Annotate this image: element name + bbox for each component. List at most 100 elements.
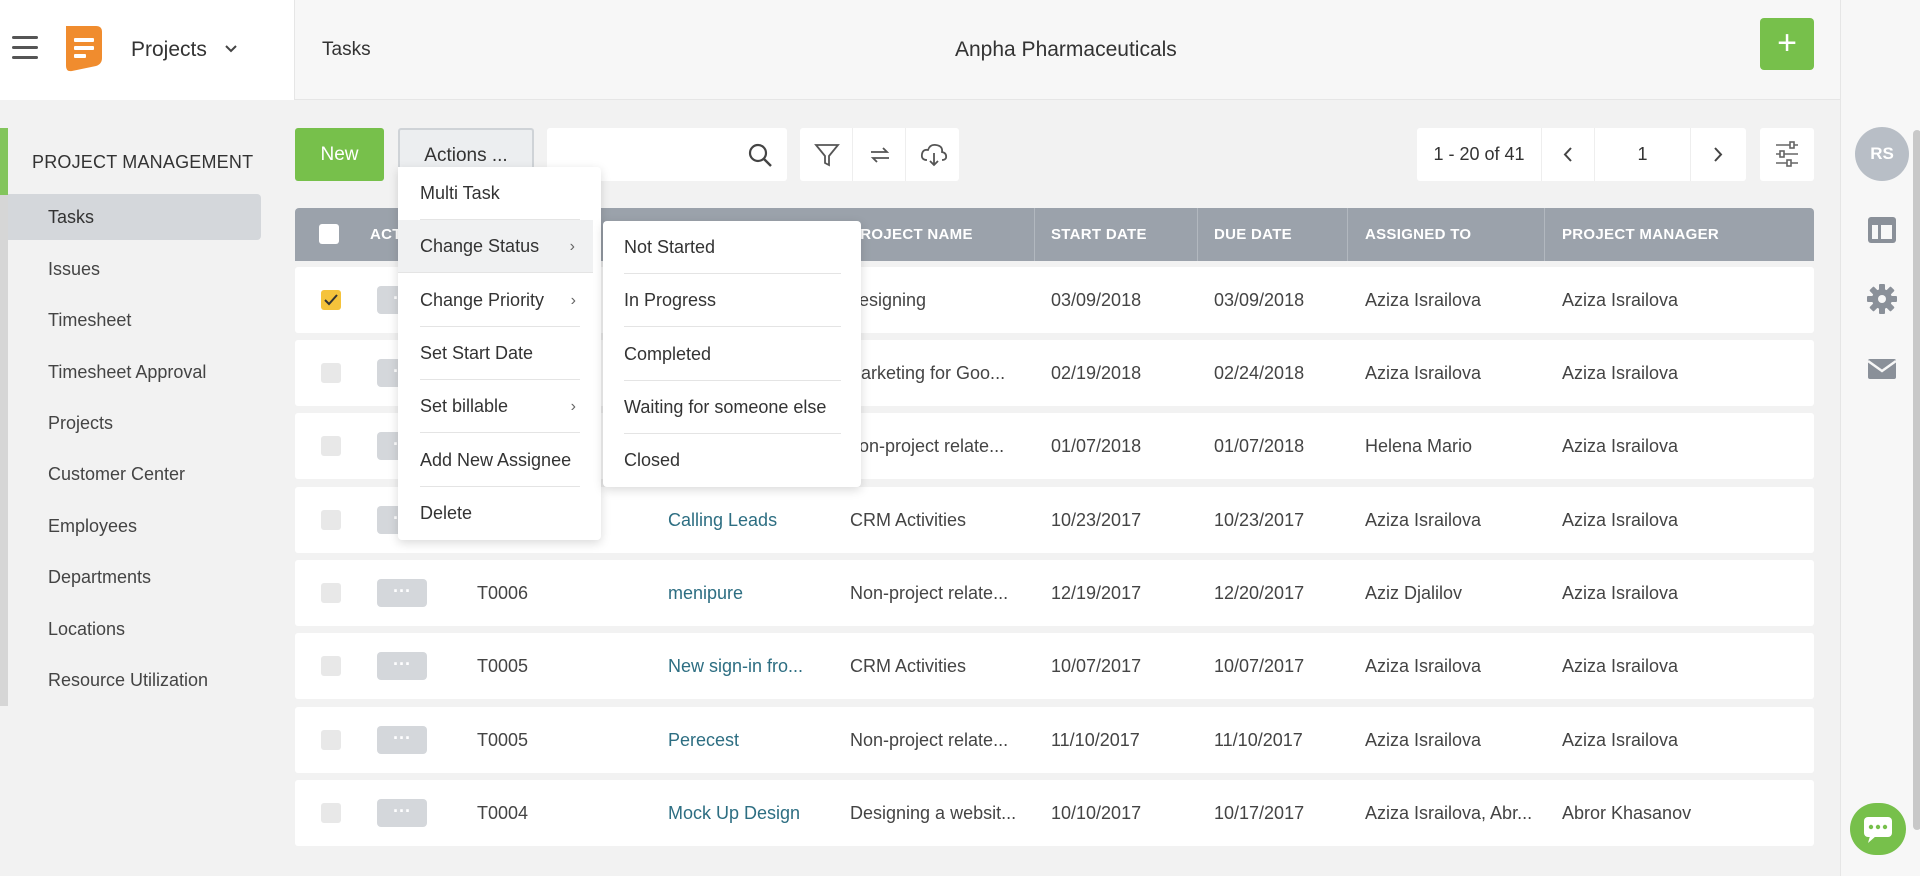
status-option-closed[interactable]: Closed xyxy=(624,434,841,487)
scrollbar[interactable] xyxy=(1913,130,1920,830)
row-assigned-to: Aziza Israilova, Abr... xyxy=(1365,803,1533,823)
actions-dropdown-menu: Multi Task Change Status › Change Priorit… xyxy=(398,167,601,540)
row-start-date: 01/07/2018 xyxy=(1051,436,1142,456)
row-actions-button[interactable]: ··· xyxy=(377,726,427,754)
menu-item-label: Multi Task xyxy=(420,183,500,203)
table-row[interactable]: ··· T0004 Mock Up Design Designing a web… xyxy=(295,780,1814,846)
row-checkbox[interactable] xyxy=(321,436,341,456)
row-checkbox[interactable] xyxy=(321,363,341,383)
row-due-date: 10/07/2017 xyxy=(1214,656,1305,676)
row-task-name[interactable]: Perecest xyxy=(668,707,828,773)
refresh-button[interactable] xyxy=(853,128,906,181)
sidebar-item-tasks[interactable]: Tasks xyxy=(8,194,261,240)
avatar[interactable]: RS xyxy=(1855,127,1909,181)
column-settings-button[interactable] xyxy=(1760,128,1814,181)
cloud-download-icon xyxy=(920,143,948,167)
column-separator xyxy=(1544,208,1545,261)
row-checkbox[interactable] xyxy=(321,730,341,750)
status-option-completed[interactable]: Completed xyxy=(624,328,841,381)
menu-item-change-status[interactable]: Change Status › xyxy=(398,220,593,273)
row-assigned-to: Aziza Israilova xyxy=(1365,656,1482,676)
status-option-waiting[interactable]: Waiting for someone else xyxy=(624,381,841,434)
breadcrumb: Tasks xyxy=(322,39,371,60)
row-task-name[interactable]: New sign-in fro... xyxy=(668,633,828,699)
column-header-start-date[interactable]: START DATE xyxy=(1051,208,1191,261)
menu-item-label: Change Status xyxy=(420,236,540,256)
row-task-name[interactable]: Calling Leads xyxy=(668,487,828,553)
right-rail: RS xyxy=(1840,0,1920,876)
row-assigned-to: Helena Mario xyxy=(1365,436,1473,456)
sidebar-item-timesheet-approval[interactable]: Timesheet Approval xyxy=(8,349,261,395)
chat-button[interactable] xyxy=(1850,803,1906,855)
row-actions-button[interactable]: ··· xyxy=(377,579,427,607)
row-start-date: 12/19/2017 xyxy=(1051,583,1142,603)
sidebar-item-resource-utilization[interactable]: Resource Utilization xyxy=(8,657,261,703)
row-project-manager: Aziza Israilova xyxy=(1562,363,1679,383)
column-header-due-date[interactable]: DUE DATE xyxy=(1214,208,1334,261)
search-icon[interactable] xyxy=(747,142,773,168)
filter-button[interactable] xyxy=(800,128,853,181)
checkmark-icon xyxy=(324,294,338,306)
select-all-checkbox[interactable] xyxy=(319,224,339,244)
chevron-down-icon[interactable] xyxy=(222,40,240,58)
column-header-assigned-to[interactable]: ASSIGNED TO xyxy=(1365,208,1535,261)
pagination: 1 - 20 of 41 1 xyxy=(1417,128,1746,181)
row-task-name[interactable]: menipure xyxy=(668,560,828,626)
mail-icon[interactable] xyxy=(1866,353,1898,385)
row-due-date: 10/17/2017 xyxy=(1214,803,1305,823)
sidebar-item-employees[interactable]: Employees xyxy=(8,503,261,549)
new-button[interactable]: New xyxy=(295,128,384,181)
menu-item-label: Add New Assignee xyxy=(420,450,572,470)
table-row[interactable]: ··· T0006 menipure Non-project relate...… xyxy=(295,560,1814,626)
chevron-right-icon xyxy=(1714,147,1723,162)
row-project-name: Designing xyxy=(846,290,927,310)
menu-item-set-billable[interactable]: Set billable › xyxy=(420,380,580,433)
menu-item-label: Set billable xyxy=(420,396,509,416)
sliders-icon xyxy=(1776,141,1798,167)
menu-item-set-start-date[interactable]: Set Start Date xyxy=(420,327,580,380)
sidebar-item-departments[interactable]: Departments xyxy=(8,554,261,600)
row-checkbox[interactable] xyxy=(321,656,341,676)
sidebar-item-projects[interactable]: Projects xyxy=(8,400,261,446)
table-tools xyxy=(800,128,959,181)
row-checkbox[interactable] xyxy=(321,510,341,530)
table-row[interactable]: ··· T0005 Perecest Non-project relate...… xyxy=(295,707,1814,773)
prev-page-button[interactable] xyxy=(1542,128,1595,181)
row-actions-button[interactable]: ··· xyxy=(377,799,427,827)
next-page-button[interactable] xyxy=(1691,128,1746,181)
menu-item-multi-task[interactable]: Multi Task xyxy=(420,167,580,220)
row-due-date: 10/23/2017 xyxy=(1214,510,1305,530)
layout-icon[interactable] xyxy=(1866,214,1898,246)
row-due-date: 02/24/2018 xyxy=(1214,363,1305,383)
row-task-id: T0004 xyxy=(477,803,529,823)
row-assigned-to: Aziza Israilova xyxy=(1365,363,1482,383)
sidebar-item-timesheet[interactable]: Timesheet xyxy=(8,297,261,343)
sidebar-item-issues[interactable]: Issues xyxy=(8,246,261,292)
row-task-name[interactable]: Mock Up Design xyxy=(668,780,828,846)
row-actions-button[interactable]: ··· xyxy=(377,652,427,680)
chat-icon xyxy=(1864,817,1892,843)
menu-item-add-new-assignee[interactable]: Add New Assignee xyxy=(420,434,580,487)
download-button[interactable] xyxy=(906,128,959,181)
sidebar-item-customer-center[interactable]: Customer Center xyxy=(8,451,261,497)
row-project-name: Non-project relate... xyxy=(850,730,1009,750)
row-checkbox[interactable] xyxy=(321,583,341,603)
column-separator xyxy=(1034,208,1035,261)
sidebar-item-locations[interactable]: Locations xyxy=(8,606,261,652)
hamburger-menu-icon[interactable] xyxy=(12,36,38,60)
menu-item-delete[interactable]: Delete xyxy=(420,487,580,540)
row-checkbox[interactable] xyxy=(321,290,341,310)
status-option-not-started[interactable]: Not Started xyxy=(624,221,841,274)
page-number[interactable]: 1 xyxy=(1595,128,1691,181)
menu-item-change-priority[interactable]: Change Priority › xyxy=(420,274,580,327)
column-header-project-name[interactable]: PROJECT NAME xyxy=(850,208,1000,261)
chevron-right-icon: › xyxy=(570,292,576,309)
app-title[interactable]: Projects xyxy=(131,38,207,62)
chevron-right-icon: › xyxy=(569,238,575,255)
gear-icon[interactable] xyxy=(1866,283,1898,315)
status-option-in-progress[interactable]: In Progress xyxy=(624,274,841,327)
row-checkbox[interactable] xyxy=(321,803,341,823)
add-button[interactable]: + xyxy=(1760,18,1814,70)
column-header-project-manager[interactable]: PROJECT MANAGER xyxy=(1562,208,1762,261)
table-row[interactable]: ··· T0005 New sign-in fro... CRM Activit… xyxy=(295,633,1814,699)
